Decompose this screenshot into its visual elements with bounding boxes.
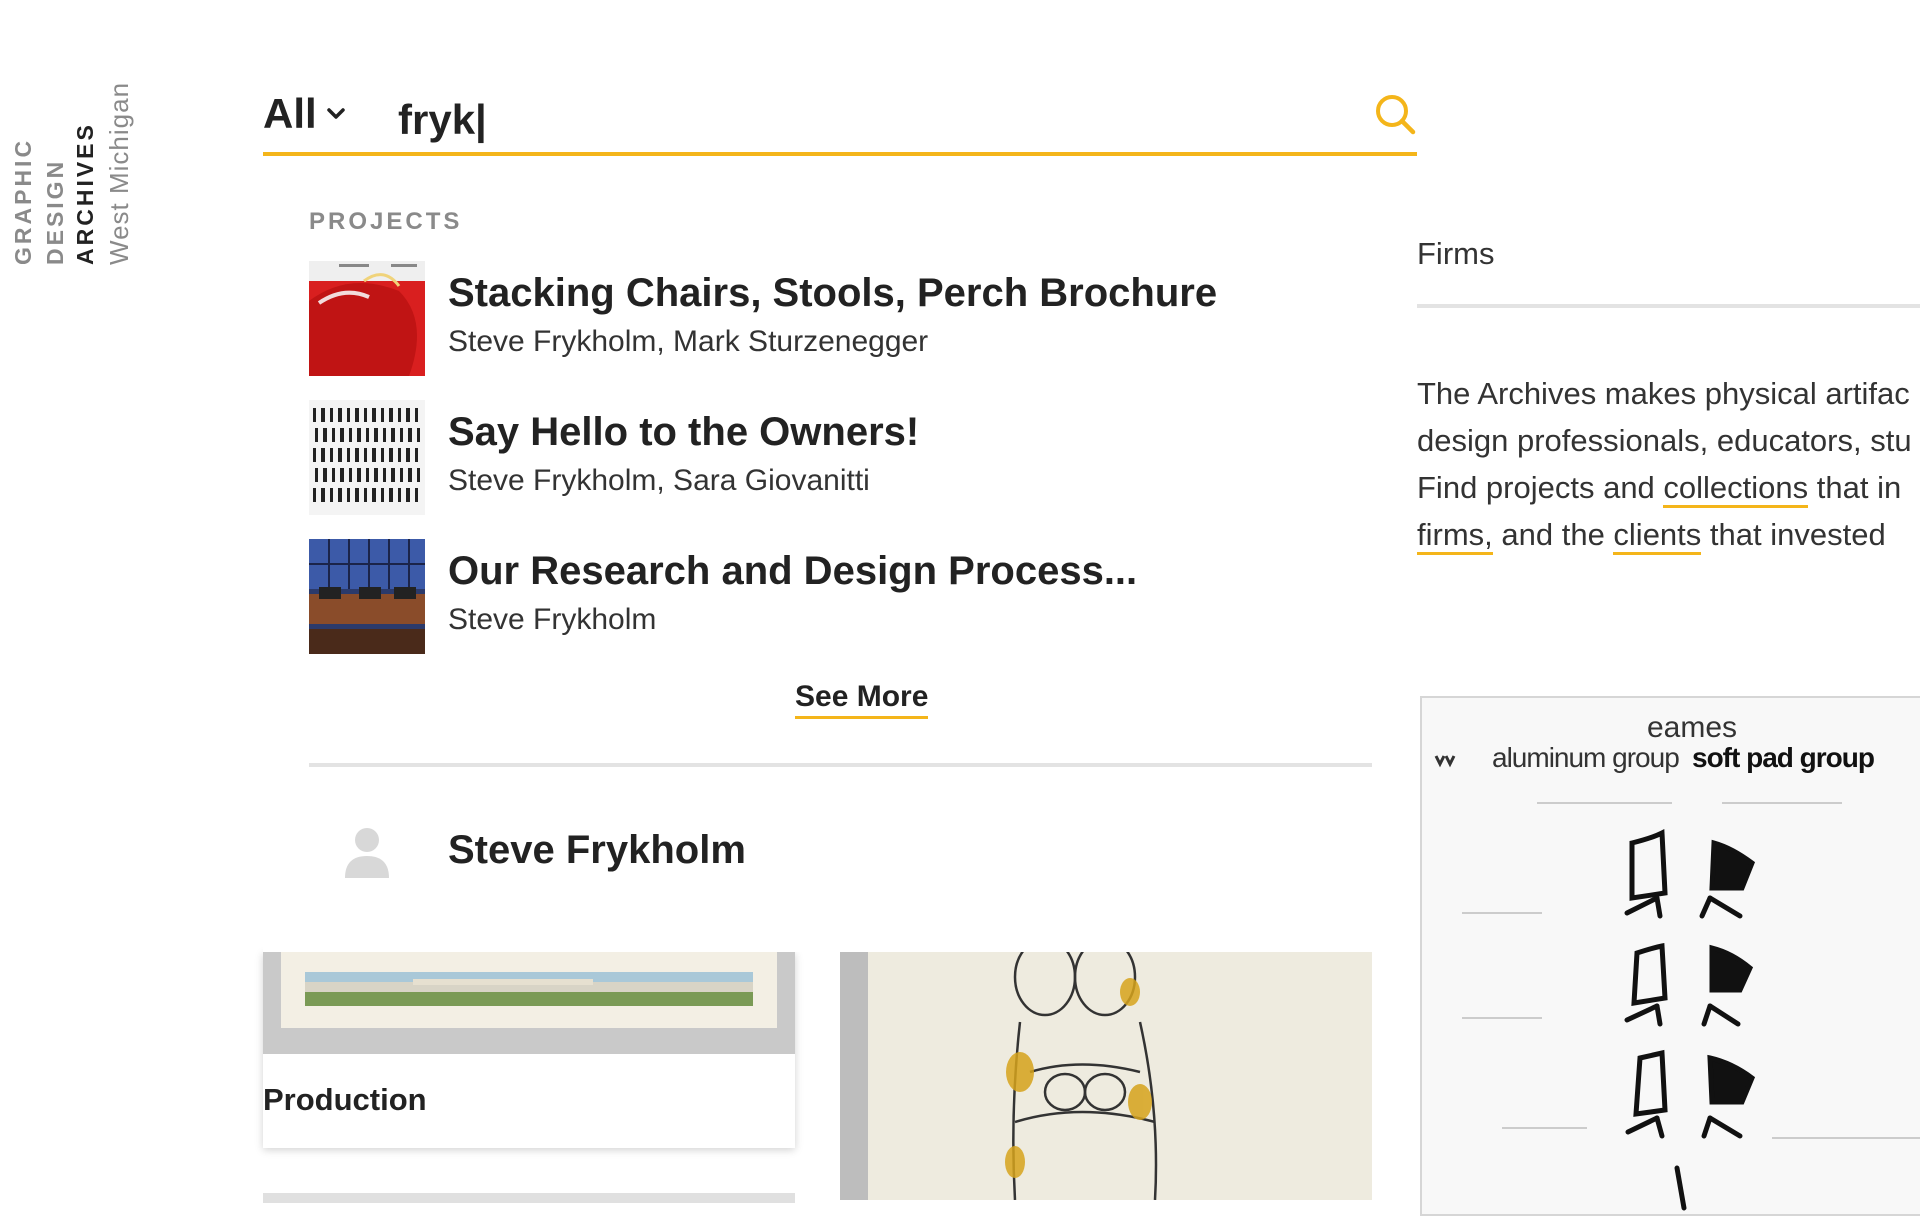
search-bar: All <box>263 80 1417 156</box>
tab-underline <box>1417 304 1920 308</box>
project-title: Stacking Chairs, Stools, Perch Brochure <box>448 271 1218 315</box>
intro-line: Find projects and collections that in <box>1417 464 1920 511</box>
site-logo[interactable]: GRAPHIC DESIGN ARCHIVES West Michigan <box>8 0 138 265</box>
artwork-card[interactable] <box>840 952 1372 1200</box>
project-authors: Steve Frykholm, Sara Giovanitti <box>448 464 870 497</box>
intro-text: that invested <box>1701 517 1886 552</box>
search-scope-label: All <box>263 90 317 137</box>
see-more-link[interactable]: See More <box>795 680 929 719</box>
production-card[interactable]: Production <box>263 952 795 1148</box>
project-result[interactable]: Stacking Chairs, Stools, Perch Brochure … <box>309 261 1309 376</box>
intro-text: that in <box>1808 470 1902 505</box>
clients-link[interactable]: clients <box>1613 517 1702 555</box>
intro-line: firms, and the clients that invested <box>1417 511 1920 558</box>
project-thumbnail <box>309 261 425 376</box>
artwork-image <box>840 952 1372 1200</box>
next-card-edge <box>263 1193 795 1203</box>
person-name: Steve Frykholm <box>448 828 746 872</box>
featured-poster[interactable]: eames aluminum group soft pad group <box>1420 696 1920 1216</box>
production-label: Production <box>263 1082 427 1117</box>
logo-line-archives: ARCHIVES <box>72 122 98 265</box>
chevron-down-icon <box>326 108 345 119</box>
search-results-dropdown: PROJECTS Stacking Chairs, Stools, Perch … <box>263 160 1372 952</box>
intro-text: and the <box>1492 517 1614 552</box>
project-thumbnail <box>309 400 425 515</box>
project-result[interactable]: Our Research and Design Process... Steve… <box>309 539 1309 654</box>
projects-heading: PROJECTS <box>309 208 463 235</box>
production-image <box>263 952 795 1054</box>
user-icon <box>345 828 389 878</box>
intro-line: The Archives makes physical artifac <box>1417 376 1910 411</box>
intro-paragraph: The Archives makes physical artifac desi… <box>1417 370 1920 558</box>
collections-link[interactable]: collections <box>1663 470 1809 508</box>
intro-line: design professionals, educators, stu <box>1417 423 1912 458</box>
project-authors: Steve Frykholm, Mark Sturzenegger <box>448 325 929 358</box>
search-input[interactable] <box>398 94 1298 146</box>
project-result[interactable]: Say Hello to the Owners! Steve Frykholm,… <box>309 400 1309 515</box>
project-title: Say Hello to the Owners! <box>448 410 920 454</box>
logo-line-design: DESIGN <box>42 158 68 265</box>
logo-line-graphic: GRAPHIC <box>10 137 36 265</box>
logo-line-region: West Michigan <box>104 81 134 265</box>
poster-chair-illustrations <box>1434 755 1920 1211</box>
project-thumbnail <box>309 539 425 654</box>
search-scope-select[interactable]: All <box>263 90 347 138</box>
search-icon[interactable] <box>1373 92 1417 136</box>
project-authors: Steve Frykholm <box>448 603 657 636</box>
firms-link[interactable]: firms, <box>1417 517 1493 555</box>
intro-text: Find projects and <box>1417 470 1664 505</box>
tab-firms[interactable]: Firms <box>1417 236 1494 272</box>
results-divider <box>309 763 1372 767</box>
person-result[interactable]: Steve Frykholm <box>309 820 1109 900</box>
project-title: Our Research and Design Process... <box>448 549 1138 593</box>
